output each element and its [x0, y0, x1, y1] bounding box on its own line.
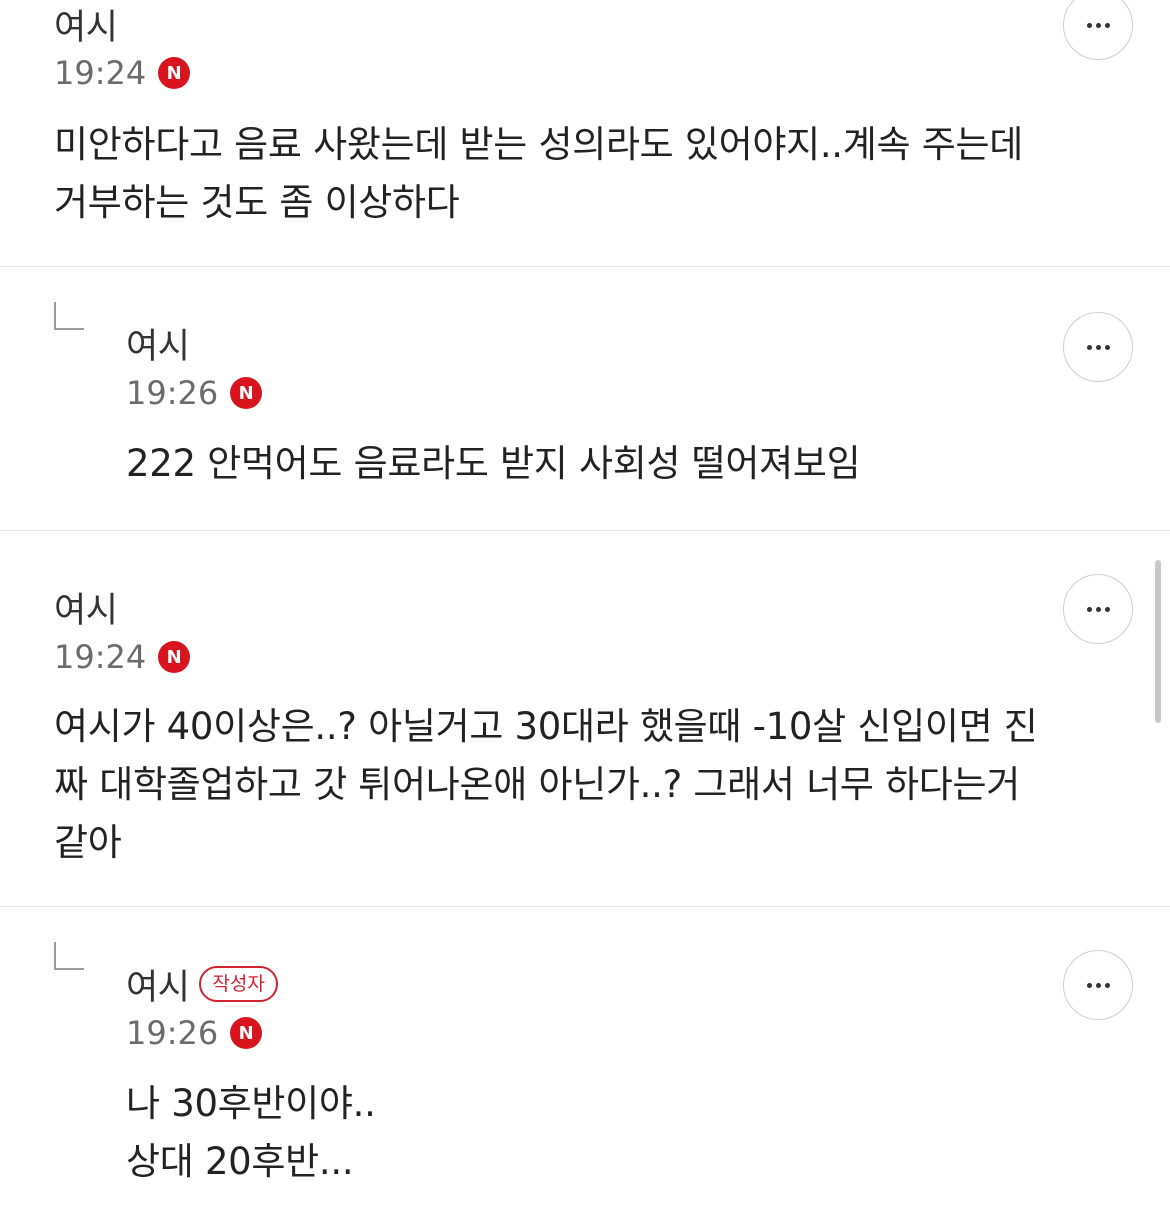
new-badge-icon: N: [230, 1017, 263, 1049]
scrollbar[interactable]: [1155, 560, 1161, 723]
reply-corner-icon: [54, 942, 84, 970]
comment-author[interactable]: 여시: [126, 318, 190, 369]
new-badge-icon: N: [158, 57, 191, 89]
comment-text: 여시가 40이상은..? 아닐거고 30대라 했을때 -10살 신입이면 진 짜…: [54, 705, 1038, 864]
comment-author[interactable]: 여시: [54, 0, 118, 50]
more-options-button[interactable]: [1063, 0, 1133, 60]
comment-time: 19:24: [54, 54, 147, 92]
more-horizontal-icon: [1086, 606, 1110, 612]
comment-author-row: 여시: [126, 318, 190, 369]
new-badge-icon: N: [230, 377, 263, 409]
comment-reply-item: 여시 19:26 N 222 안먹어도 음료라도 받지 사회성 떨어져보임: [0, 267, 1170, 530]
comment-meta: 19:26 N: [126, 1012, 263, 1054]
comment-text: 나 30후반이야.. 상대 20후반...: [126, 1082, 376, 1183]
new-badge-icon: N: [158, 641, 191, 673]
more-options-button[interactable]: [1063, 312, 1133, 382]
comment-author[interactable]: 여시: [54, 582, 118, 633]
more-horizontal-icon: [1086, 982, 1110, 988]
more-horizontal-icon: [1086, 344, 1110, 350]
more-horizontal-icon: [1086, 22, 1110, 28]
comment-time: 19:26: [126, 374, 219, 412]
more-options-button[interactable]: [1063, 950, 1133, 1020]
comment-item: 여시 19:24 N 여시가 40이상은..? 아닐거고 30대라 했을때 -1…: [0, 531, 1170, 906]
comment-author-row: 여시 작성자: [126, 960, 278, 1008]
comment-meta: 19:24 N: [54, 636, 191, 678]
comment-time: 19:24: [54, 638, 147, 676]
comment-author-row: 여시: [54, 582, 118, 633]
comment-text: 미안하다고 음료 사왔는데 받는 성의라도 있어야지..계속 주는데 거부하는 …: [54, 123, 1023, 224]
comment-text: 222 안먹어도 음료라도 받지 사회성 떨어져보임: [126, 442, 861, 485]
comment-meta: 19:26 N: [126, 372, 263, 414]
comment-item: 여시 19:24 N 미안하다고 음료 사왔는데 받는 성의라도 있어야지..계…: [0, 0, 1170, 266]
more-options-button[interactable]: [1063, 574, 1133, 644]
comment-author[interactable]: 여시: [126, 959, 190, 1010]
comment-reply-item: 여시 작성자 19:26 N 나 30후반이야.. 상대 20후반...: [0, 907, 1170, 1207]
comment-time: 19:26: [126, 1014, 219, 1052]
comment-meta: 19:24 N: [54, 52, 191, 94]
comment-author-row: 여시: [54, 0, 118, 50]
reply-corner-icon: [54, 302, 84, 330]
writer-badge: 작성자: [199, 966, 278, 1002]
